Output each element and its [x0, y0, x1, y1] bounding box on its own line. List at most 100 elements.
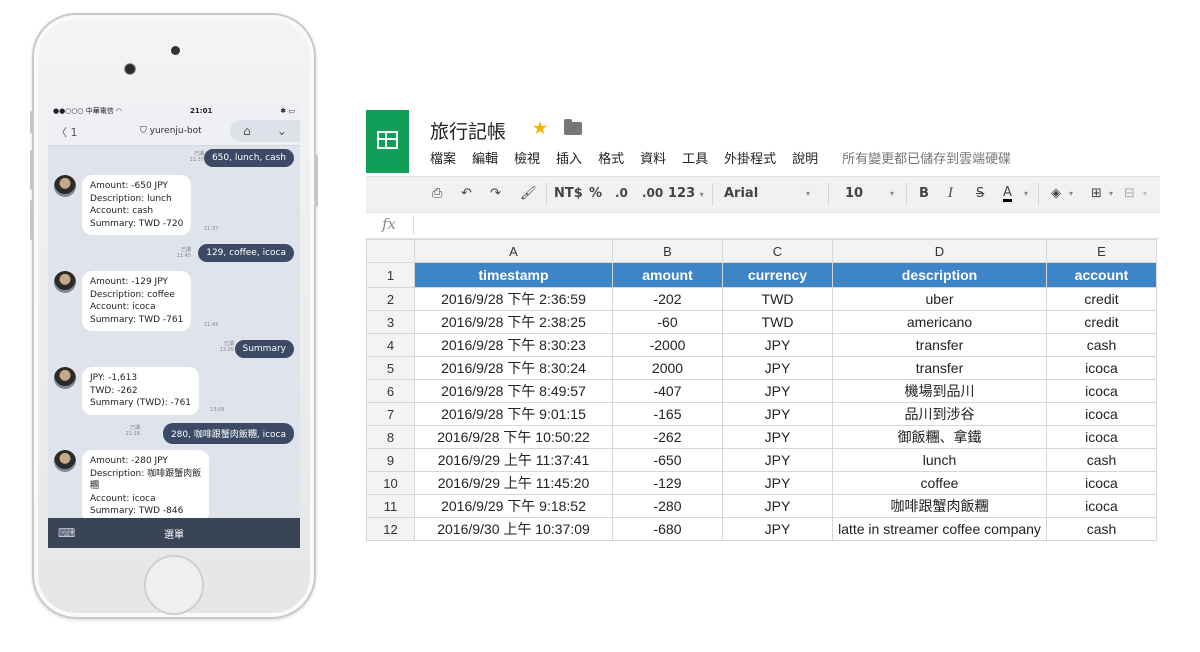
paint-format-icon[interactable]: 🖌: [520, 186, 537, 201]
cell[interactable]: -202: [612, 287, 723, 311]
star-icon[interactable]: ★: [532, 118, 548, 139]
home-icon[interactable]: ⌂: [243, 124, 251, 138]
menu-label[interactable]: 選單: [76, 526, 272, 541]
cell[interactable]: 2016/9/28 下午 8:49:57: [414, 379, 613, 403]
document-title[interactable]: 旅行記帳: [430, 117, 506, 144]
cell[interactable]: americano: [832, 310, 1047, 334]
menu-addons[interactable]: 外掛程式: [724, 148, 776, 167]
caret-down-icon[interactable]: ▾: [1069, 189, 1073, 198]
cell[interactable]: icoca: [1046, 494, 1157, 518]
cell[interactable]: 2016/9/29 上午 11:37:41: [414, 448, 613, 472]
column-header[interactable]: E: [1046, 239, 1157, 263]
menu-insert[interactable]: 插入: [556, 148, 582, 167]
cell[interactable]: JPY: [722, 425, 833, 449]
cell[interactable]: latte in streamer coffee company: [832, 517, 1047, 541]
cell[interactable]: cash: [1046, 448, 1157, 472]
font-select[interactable]: Arial: [724, 186, 758, 201]
cell[interactable]: icoca: [1046, 356, 1157, 380]
caret-down-icon[interactable]: ▾: [1143, 189, 1147, 198]
cell[interactable]: -407: [612, 379, 723, 403]
row-header[interactable]: 3: [366, 310, 415, 334]
cell[interactable]: icoca: [1046, 471, 1157, 495]
cell[interactable]: cash: [1046, 333, 1157, 357]
cell[interactable]: 2016/9/29 上午 11:45:20: [414, 471, 613, 495]
text-color-button[interactable]: A: [1003, 186, 1012, 202]
column-header[interactable]: D: [832, 239, 1047, 263]
row-header[interactable]: 10: [366, 471, 415, 495]
cell[interactable]: -262: [612, 425, 723, 449]
row-header[interactable]: 7: [366, 402, 415, 426]
cell[interactable]: 御飯糰、拿鐵: [832, 425, 1047, 449]
borders-icon[interactable]: ⊞: [1091, 186, 1102, 201]
row-header[interactable]: 11: [366, 494, 415, 518]
row-header[interactable]: 6: [366, 379, 415, 403]
more-formats-button[interactable]: 123 ▾: [668, 186, 704, 201]
menu-view[interactable]: 檢視: [514, 148, 540, 167]
cell[interactable]: JPY: [722, 471, 833, 495]
cell[interactable]: -280: [612, 494, 723, 518]
select-all-corner[interactable]: [366, 239, 415, 263]
cell[interactable]: 2016/9/28 下午 8:30:23: [414, 333, 613, 357]
currency-format-button[interactable]: NT$: [554, 186, 583, 201]
cell[interactable]: icoca: [1046, 379, 1157, 403]
menu-tools[interactable]: 工具: [682, 148, 708, 167]
cell[interactable]: transfer: [832, 333, 1047, 357]
bold-button[interactable]: B: [919, 186, 929, 201]
cell[interactable]: 2016/9/28 下午 2:38:25: [414, 310, 613, 334]
cell[interactable]: coffee: [832, 471, 1047, 495]
menu-format[interactable]: 格式: [598, 148, 624, 167]
strikethrough-button[interactable]: S: [976, 186, 984, 201]
cell[interactable]: -60: [612, 310, 723, 334]
cell[interactable]: credit: [1046, 310, 1157, 334]
row-header[interactable]: 5: [366, 356, 415, 380]
row-header[interactable]: 1: [366, 262, 415, 288]
caret-down-icon[interactable]: ▾: [806, 189, 810, 198]
folder-icon[interactable]: [564, 119, 582, 135]
cell[interactable]: -680: [612, 517, 723, 541]
column-header[interactable]: B: [612, 239, 723, 263]
cell[interactable]: transfer: [832, 356, 1047, 380]
cell[interactable]: 2016/9/30 上午 10:37:09: [414, 517, 613, 541]
cell[interactable]: icoca: [1046, 402, 1157, 426]
font-size-select[interactable]: 10: [845, 186, 863, 201]
column-header[interactable]: A: [414, 239, 613, 263]
merge-cells-icon[interactable]: ⊟: [1124, 186, 1135, 201]
home-button[interactable]: [144, 555, 204, 615]
cell[interactable]: lunch: [832, 448, 1047, 472]
chevron-down-icon[interactable]: ⌄: [277, 124, 287, 138]
cell[interactable]: uber: [832, 287, 1047, 311]
cell[interactable]: -165: [612, 402, 723, 426]
caret-down-icon[interactable]: ▾: [1109, 189, 1113, 198]
fill-color-icon[interactable]: ◈: [1051, 186, 1061, 201]
cell[interactable]: 咖啡跟蟹肉飯糰: [832, 494, 1047, 518]
row-header[interactable]: 8: [366, 425, 415, 449]
message-list[interactable]: 已讀 11:37 650, lunch, cash Amount: -650 JP…: [48, 145, 300, 523]
menu-data[interactable]: 資料: [640, 148, 666, 167]
cell[interactable]: JPY: [722, 379, 833, 403]
back-button[interactable]: 〈 1: [56, 124, 78, 140]
cell[interactable]: 品川到涉谷: [832, 402, 1047, 426]
row-header[interactable]: 9: [366, 448, 415, 472]
undo-icon[interactable]: ↶: [461, 186, 472, 201]
cell[interactable]: amount: [612, 262, 723, 288]
cell[interactable]: TWD: [722, 287, 833, 311]
row-header[interactable]: 4: [366, 333, 415, 357]
increase-decimal-button[interactable]: .00: [642, 186, 663, 200]
cell[interactable]: 2016/9/29 下午 9:18:52: [414, 494, 613, 518]
cell[interactable]: JPY: [722, 333, 833, 357]
cell[interactable]: 2016/9/28 下午 8:30:24: [414, 356, 613, 380]
decrease-decimal-button[interactable]: .0: [615, 186, 628, 200]
formula-bar[interactable]: fx: [366, 212, 1160, 239]
cell[interactable]: 2016/9/28 下午 10:50:22: [414, 425, 613, 449]
caret-down-icon[interactable]: ▾: [890, 189, 894, 198]
row-header[interactable]: 2: [366, 287, 415, 311]
redo-icon[interactable]: ↷: [490, 186, 501, 201]
cell[interactable]: -2000: [612, 333, 723, 357]
cell[interactable]: JPY: [722, 402, 833, 426]
cell[interactable]: TWD: [722, 310, 833, 334]
cell[interactable]: JPY: [722, 494, 833, 518]
menu-edit[interactable]: 編輯: [472, 148, 498, 167]
column-header[interactable]: C: [722, 239, 833, 263]
italic-button[interactable]: I: [948, 186, 953, 201]
cell[interactable]: -129: [612, 471, 723, 495]
